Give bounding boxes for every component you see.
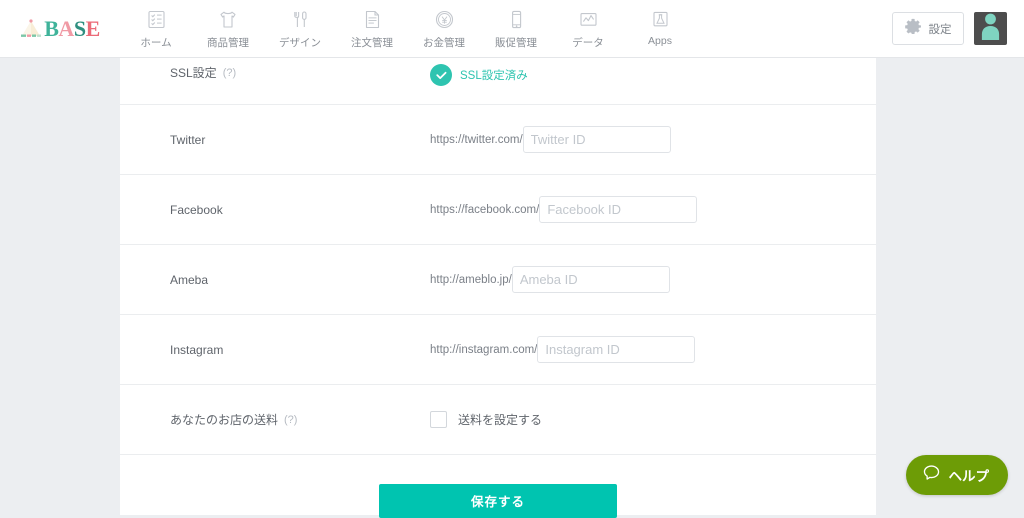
chat-bubble-icon — [922, 463, 941, 487]
twitter-id-input[interactable] — [523, 126, 671, 153]
nav-item-home[interactable]: ホーム — [120, 8, 192, 50]
twitter-label-text: Twitter — [170, 133, 205, 147]
nav-label-design: デザイン — [279, 35, 321, 50]
row-label-ssl: SSL設定 (?) — [120, 64, 430, 81]
nav-label-data: データ — [572, 35, 604, 50]
ssl-help-icon[interactable]: (?) — [223, 67, 236, 79]
shipping-checkbox-wrapper[interactable]: 送料を設定する — [430, 411, 542, 428]
nav-label-apps: Apps — [648, 35, 672, 47]
instagram-label-text: Instagram — [170, 343, 223, 357]
nav-item-promotion[interactable]: 販促管理 — [480, 8, 552, 50]
logo-letter-e: E — [86, 18, 100, 40]
nav-item-data[interactable]: データ — [552, 8, 624, 50]
nav-label-promotion: 販促管理 — [495, 35, 537, 50]
tshirt-icon — [216, 8, 240, 32]
nav-label-products: 商品管理 — [207, 35, 249, 50]
row-label-instagram: Instagram — [120, 343, 430, 357]
instagram-id-input[interactable] — [537, 336, 695, 363]
ssl-status-text: SSL設定済み — [460, 67, 528, 83]
ameba-id-input[interactable] — [512, 266, 670, 293]
shipping-checkbox[interactable] — [430, 411, 447, 428]
logo-letter-b: B — [44, 18, 58, 40]
logo-letter-a: A — [58, 18, 73, 40]
site-header: BASE ホーム — [0, 0, 1024, 58]
row-field-instagram: http://instagram.com/ — [430, 336, 876, 363]
tent-logo-icon — [20, 19, 42, 39]
base-logo-text: BASE — [44, 18, 100, 40]
row-field-facebook: https://facebook.com/ — [430, 196, 876, 223]
settings-button-label: 設定 — [929, 21, 952, 37]
user-avatar[interactable] — [974, 12, 1007, 45]
ameba-label-text: Ameba — [170, 273, 208, 287]
row-twitter: Twitter https://twitter.com/ — [120, 105, 876, 175]
row-label-shipping: あなたのお店の送料 (?) — [120, 411, 430, 428]
row-ameba: Ameba http://ameblo.jp/ — [120, 245, 876, 315]
shop-settings-panel: SSL設定 (?) SSL設定済み Twitter https://twitte… — [120, 58, 876, 515]
user-avatar-icon — [974, 12, 1007, 45]
nav-item-money[interactable]: お金管理 — [408, 8, 480, 50]
row-instagram: Instagram http://instagram.com/ — [120, 315, 876, 385]
smartphone-icon — [504, 8, 528, 32]
row-field-ameba: http://ameblo.jp/ — [430, 266, 876, 293]
nav-label-money: お金管理 — [423, 35, 465, 50]
save-row: 保存する — [120, 455, 876, 515]
checklist-icon — [144, 8, 168, 32]
shipping-checkbox-label: 送料を設定する — [458, 411, 542, 428]
ssl-status: SSL設定済み — [430, 64, 528, 86]
row-ssl-setting: SSL設定 (?) SSL設定済み — [120, 58, 876, 105]
flask-icon — [648, 8, 672, 32]
row-field-ssl: SSL設定済み — [430, 64, 876, 86]
save-button[interactable]: 保存する — [379, 484, 617, 518]
tools-icon — [288, 8, 312, 32]
logo-letter-s: S — [74, 18, 86, 40]
facebook-url-prefix: https://facebook.com/ — [430, 204, 539, 216]
ssl-label-text: SSL設定 — [170, 64, 217, 81]
nav-item-apps[interactable]: Apps — [624, 8, 696, 47]
check-circle-icon — [430, 64, 452, 86]
shipping-help-icon[interactable]: (?) — [284, 414, 297, 426]
row-label-ameba: Ameba — [120, 273, 430, 287]
instagram-url-prefix: http://instagram.com/ — [430, 344, 537, 356]
facebook-id-input[interactable] — [539, 196, 697, 223]
help-button-label: ヘルプ — [949, 465, 990, 485]
row-label-twitter: Twitter — [120, 133, 430, 147]
row-facebook: Facebook https://facebook.com/ — [120, 175, 876, 245]
coin-yen-icon — [432, 8, 456, 32]
main-navigation: ホーム 商品管理 デザイン — [120, 0, 696, 58]
base-logo[interactable]: BASE — [0, 0, 120, 58]
chart-icon — [576, 8, 600, 32]
row-field-twitter: https://twitter.com/ — [430, 126, 876, 153]
ameba-url-prefix: http://ameblo.jp/ — [430, 274, 512, 286]
document-icon — [360, 8, 384, 32]
row-label-facebook: Facebook — [120, 203, 430, 217]
nav-label-orders: 注文管理 — [351, 35, 393, 50]
twitter-url-prefix: https://twitter.com/ — [430, 134, 523, 146]
nav-item-products[interactable]: 商品管理 — [192, 8, 264, 50]
facebook-label-text: Facebook — [170, 203, 223, 217]
help-button[interactable]: ヘルプ — [906, 455, 1009, 495]
row-shipping-fee: あなたのお店の送料 (?) 送料を設定する — [120, 385, 876, 455]
header-right-actions: 設定 — [892, 12, 1024, 45]
nav-item-orders[interactable]: 注文管理 — [336, 8, 408, 50]
row-field-shipping: 送料を設定する — [430, 411, 876, 428]
nav-item-design[interactable]: デザイン — [264, 8, 336, 50]
nav-label-home: ホーム — [140, 35, 171, 50]
settings-button[interactable]: 設定 — [892, 12, 964, 45]
shipping-label-text: あなたのお店の送料 — [170, 411, 278, 428]
gear-icon — [905, 18, 922, 40]
